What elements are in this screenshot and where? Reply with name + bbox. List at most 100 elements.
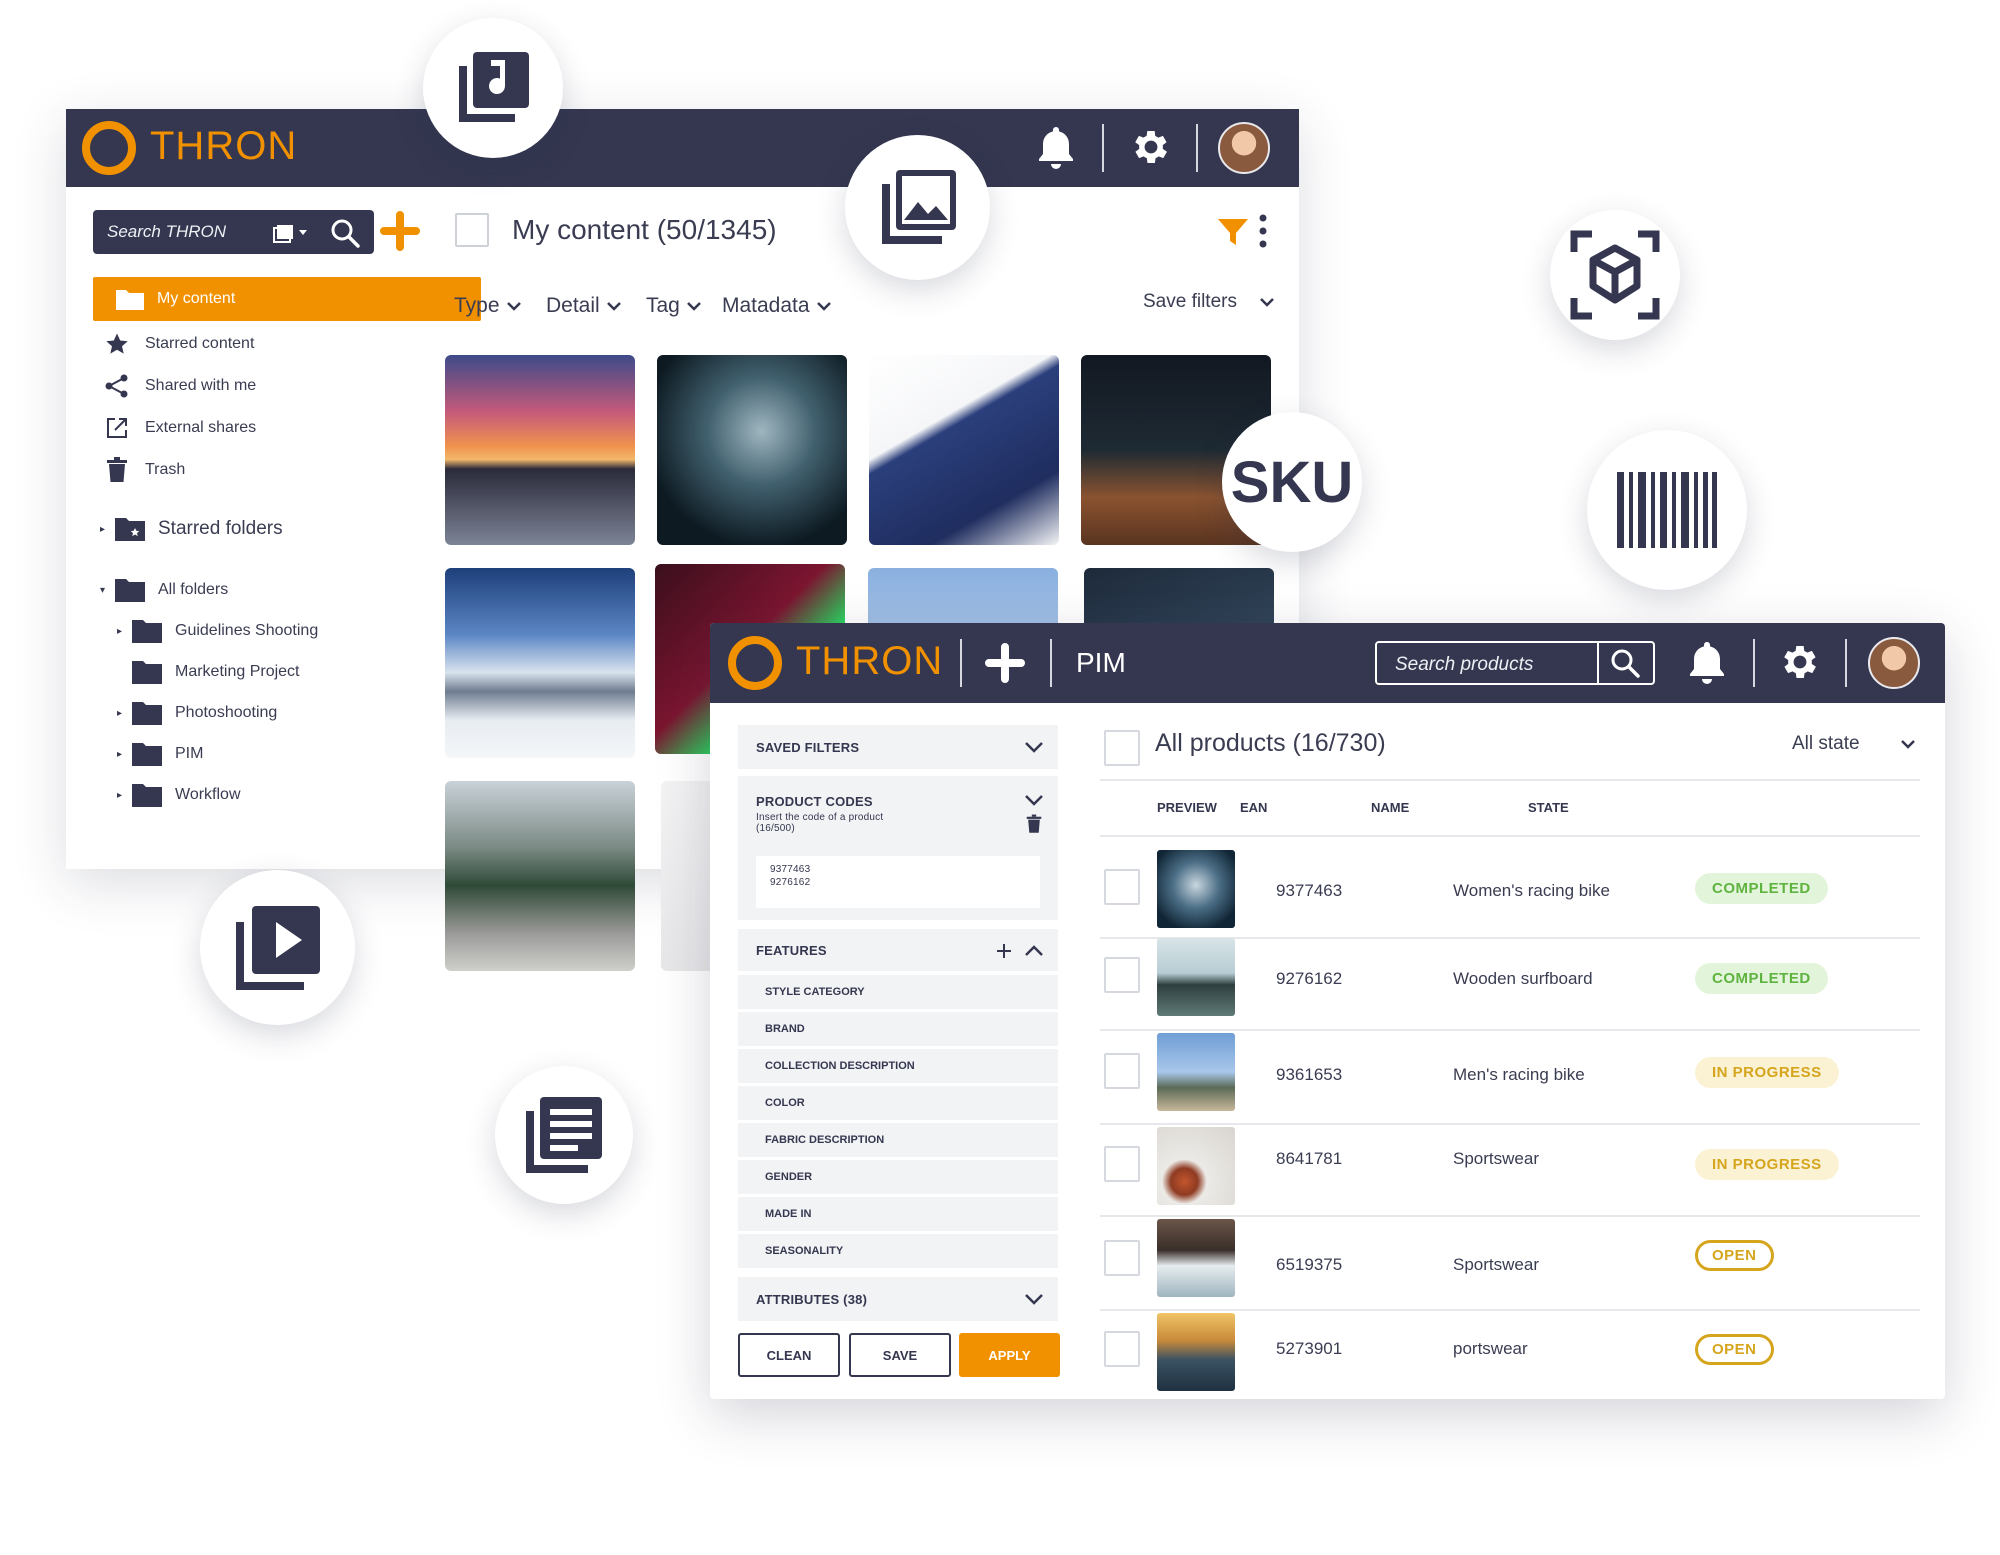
content-thumbnail[interactable] xyxy=(445,355,635,545)
avatar[interactable] xyxy=(1218,122,1270,174)
caret-right-icon[interactable]: ▸ xyxy=(117,749,131,760)
save-filters-dropdown[interactable]: Save filters xyxy=(1143,291,1275,313)
caret-down-icon[interactable]: ▾ xyxy=(100,585,114,596)
gear-icon[interactable] xyxy=(1129,125,1173,169)
folder-label: PIM xyxy=(175,745,204,762)
select-all-checkbox[interactable] xyxy=(455,213,489,247)
folder-item[interactable]: ▸ PIM xyxy=(117,734,203,774)
folder-icon xyxy=(131,659,163,685)
product-name[interactable]: portswear xyxy=(1453,1339,1528,1359)
bell-icon[interactable] xyxy=(1036,124,1076,170)
column-header-ean[interactable]: EAN xyxy=(1240,800,1267,815)
feature-item[interactable]: STYLE CATEGORY xyxy=(738,975,1058,1011)
product-preview[interactable] xyxy=(1157,938,1235,1016)
product-preview[interactable] xyxy=(1157,1219,1235,1297)
section-title: PIM xyxy=(1076,647,1126,678)
caret-right-icon[interactable]: ▸ xyxy=(117,790,131,801)
folder-item[interactable]: ▸ Workflow xyxy=(117,775,241,815)
content-thumbnail[interactable] xyxy=(869,355,1059,545)
row-checkbox[interactable] xyxy=(1104,1240,1140,1276)
feature-item[interactable]: FABRIC DESCRIPTION xyxy=(738,1123,1058,1159)
features-header[interactable]: FEATURES xyxy=(738,929,1058,973)
column-header-name[interactable]: NAME xyxy=(1371,800,1409,815)
topbar-divider xyxy=(960,639,962,687)
row-checkbox[interactable] xyxy=(1104,957,1140,993)
avatar[interactable] xyxy=(1868,637,1920,689)
feature-item[interactable]: MADE IN xyxy=(738,1197,1058,1233)
gear-icon[interactable] xyxy=(1778,640,1822,684)
content-thumbnail[interactable] xyxy=(445,568,635,758)
search-bar[interactable]: Search THRON xyxy=(93,210,374,254)
add-icon[interactable] xyxy=(380,211,420,251)
caret-right-icon[interactable]: ▸ xyxy=(117,708,131,719)
product-name[interactable]: Sportswear xyxy=(1453,1255,1539,1275)
feature-item[interactable]: COLLECTION DESCRIPTION xyxy=(738,1049,1058,1085)
add-icon[interactable] xyxy=(985,643,1025,683)
feature-item[interactable]: COLOR xyxy=(738,1086,1058,1122)
sidebar-item-trash[interactable]: Trash xyxy=(102,450,185,490)
folder-item[interactable]: ▸ Guidelines Shooting xyxy=(117,611,318,651)
sidebar-item-external-shares[interactable]: External shares xyxy=(102,408,256,448)
folder-scope-icon[interactable] xyxy=(273,222,309,244)
search-bar[interactable]: Search products xyxy=(1375,641,1655,685)
sidebar-item-my-content[interactable]: My content xyxy=(93,277,481,321)
plus-icon[interactable] xyxy=(996,943,1012,959)
product-preview[interactable] xyxy=(1157,1033,1235,1111)
row-checkbox[interactable] xyxy=(1104,1331,1140,1367)
content-thumbnail[interactable] xyxy=(657,355,847,545)
column-header-preview[interactable]: PREVIEW xyxy=(1157,800,1217,815)
caret-right-icon[interactable]: ▸ xyxy=(100,524,114,535)
bell-icon[interactable] xyxy=(1687,639,1727,685)
chevron-up-icon[interactable] xyxy=(1024,945,1044,957)
sidebar-item-shared-with-me[interactable]: Shared with me xyxy=(102,366,256,406)
product-preview[interactable] xyxy=(1157,850,1235,928)
product-preview[interactable] xyxy=(1157,1313,1235,1391)
search-icon[interactable] xyxy=(329,217,361,249)
sku-label: SKU xyxy=(1230,449,1354,515)
search-input[interactable]: Search THRON xyxy=(107,222,226,242)
row-checkbox[interactable] xyxy=(1104,1053,1140,1089)
product-preview[interactable] xyxy=(1157,1127,1235,1205)
trash-icon[interactable] xyxy=(1026,814,1042,834)
filter-type[interactable]: Type xyxy=(454,294,522,318)
product-name[interactable]: Wooden surfboard xyxy=(1453,969,1593,989)
product-name[interactable]: Sportswear xyxy=(1453,1149,1539,1169)
filter-metadata[interactable]: Matadata xyxy=(722,294,832,318)
chevron-down-icon xyxy=(816,301,832,311)
product-name[interactable]: Women's racing bike xyxy=(1453,881,1610,901)
content-thumbnail[interactable] xyxy=(445,781,635,971)
filter-detail[interactable]: Detail xyxy=(546,294,622,318)
attributes-header[interactable]: ATTRIBUTES (38) xyxy=(738,1277,1058,1321)
save-button[interactable]: SAVE xyxy=(849,1333,951,1377)
more-vertical-icon[interactable] xyxy=(1258,212,1268,250)
starred-folders-row[interactable]: ▸ Starred folders xyxy=(100,509,283,549)
apply-button[interactable]: APPLY xyxy=(959,1333,1060,1377)
column-header-state[interactable]: STATE xyxy=(1528,800,1569,815)
row-checkbox[interactable] xyxy=(1104,1146,1140,1182)
caret-right-icon[interactable]: ▸ xyxy=(117,626,131,637)
product-codes-input[interactable]: 9377463 9276162 xyxy=(756,856,1040,908)
clean-button[interactable]: CLEAN xyxy=(738,1333,840,1377)
all-folders-row[interactable]: ▾ All folders xyxy=(100,570,228,610)
folder-item[interactable]: ▸ Photoshooting xyxy=(117,693,277,733)
search-icon[interactable] xyxy=(1609,647,1641,679)
folder-item[interactable]: Marketing Project xyxy=(117,652,300,692)
all-folders-label: All folders xyxy=(158,581,229,598)
chevron-down-icon[interactable] xyxy=(1024,794,1044,806)
feature-item[interactable]: GENDER xyxy=(738,1160,1058,1196)
saved-filters-header[interactable]: SAVED FILTERS xyxy=(738,725,1058,769)
sidebar-item-starred-content[interactable]: Starred content xyxy=(102,324,254,364)
feature-item[interactable]: SEASONALITY xyxy=(738,1234,1058,1270)
thron-logo-text: THRON xyxy=(796,639,944,683)
chevron-down-icon[interactable] xyxy=(1024,1293,1044,1305)
state-filter-dropdown[interactable]: All state xyxy=(1792,733,1916,755)
search-input[interactable]: Search products xyxy=(1395,654,1533,676)
feature-item[interactable]: BRAND xyxy=(738,1012,1058,1048)
filter-icon[interactable] xyxy=(1216,215,1250,249)
chevron-down-icon[interactable] xyxy=(1024,741,1044,753)
filter-tag[interactable]: Tag xyxy=(646,294,702,318)
select-all-checkbox[interactable] xyxy=(1104,730,1140,766)
product-name[interactable]: Men's racing bike xyxy=(1453,1065,1585,1085)
list-title: All products (16/730) xyxy=(1155,729,1386,757)
row-checkbox[interactable] xyxy=(1104,869,1140,905)
